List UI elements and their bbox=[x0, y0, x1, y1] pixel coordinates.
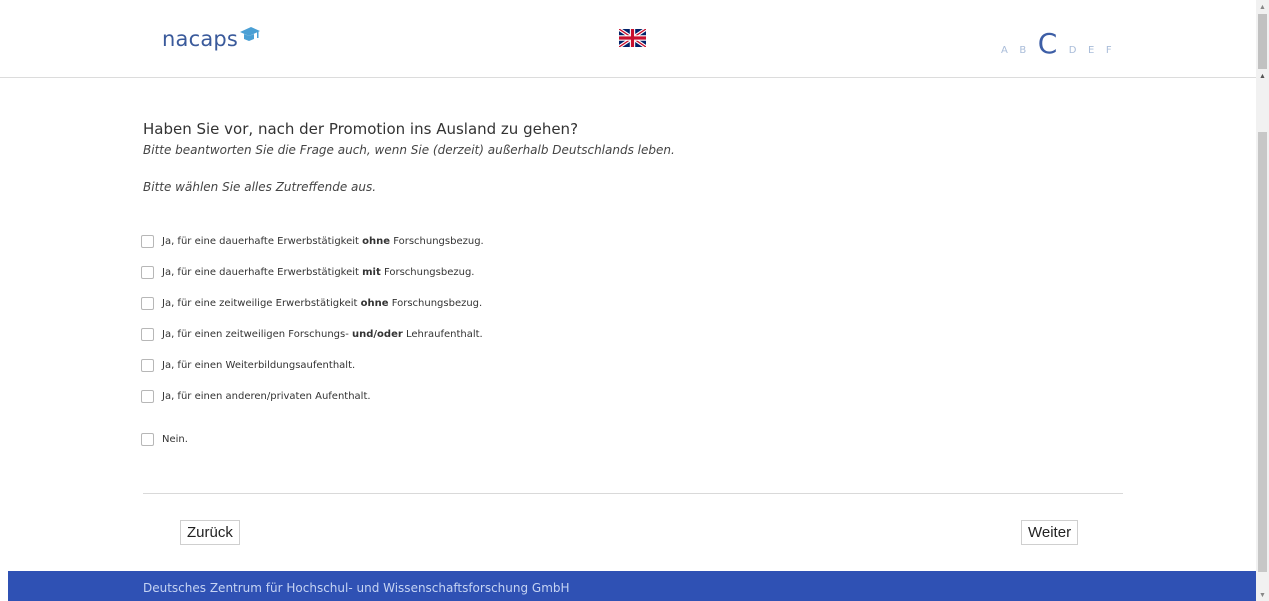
answer-option[interactable]: Ja, für eine dauerhafte Erwerbstätigkeit… bbox=[141, 233, 484, 249]
option-label-text-end: Lehraufenthalt. bbox=[402, 328, 483, 340]
option-checkbox[interactable] bbox=[141, 389, 154, 403]
section-progress: ABCDEF bbox=[1001, 27, 1112, 60]
section-e: E bbox=[1087, 45, 1095, 56]
graduation-cap-icon bbox=[240, 27, 261, 48]
vertical-scrollbar[interactable]: ▲ ▲ ▼ bbox=[1256, 0, 1269, 601]
option-label-text: Ja, für einen Weiterbildungsaufenthalt. bbox=[162, 359, 356, 371]
answer-option[interactable]: Ja, für einen Weiterbildungsaufenthalt. bbox=[141, 357, 355, 373]
option-checkbox[interactable] bbox=[141, 296, 154, 310]
option-label-text: Ja, für eine dauerhafte Erwerbstätigkeit bbox=[162, 266, 363, 278]
divider bbox=[143, 493, 1123, 494]
option-label: Ja, für eine dauerhafte Erwerbstätigkeit… bbox=[162, 236, 484, 247]
answer-option[interactable]: Ja, für einen anderen/privaten Aufenthal… bbox=[141, 388, 371, 404]
section-f: F bbox=[1105, 45, 1113, 56]
option-label: Nein. bbox=[162, 434, 188, 445]
option-checkbox[interactable] bbox=[141, 265, 154, 279]
option-label-emphasis: mit bbox=[362, 266, 381, 278]
option-label-text-end: Forschungsbezug. bbox=[390, 235, 484, 247]
answer-option[interactable]: Ja, für eine dauerhafte Erwerbstätigkeit… bbox=[141, 264, 474, 280]
footer-text: Deutsches Zentrum für Hochschul- und Wis… bbox=[143, 581, 570, 595]
section-c: C bbox=[1037, 27, 1058, 60]
option-checkbox[interactable] bbox=[141, 234, 154, 248]
option-label: Ja, für einen zeitweiligen Forschungs- u… bbox=[162, 329, 483, 340]
option-label-text: Ja, für eine dauerhafte Erwerbstätigkeit bbox=[162, 235, 363, 247]
answer-option[interactable]: Nein. bbox=[141, 431, 188, 447]
section-b: B bbox=[1019, 45, 1027, 56]
question-title: Haben Sie vor, nach der Promotion ins Au… bbox=[143, 120, 579, 138]
option-label: Ja, für eine zeitweilige Erwerbstätigkei… bbox=[162, 298, 482, 309]
option-label-emphasis: ohne bbox=[360, 297, 389, 309]
option-label-text: Nein. bbox=[162, 433, 188, 445]
section-a: A bbox=[1001, 45, 1009, 56]
answer-option[interactable]: Ja, für eine zeitweilige Erwerbstätigkei… bbox=[141, 295, 482, 311]
nacaps-logo: nacaps bbox=[162, 25, 261, 61]
page-footer: Deutsches Zentrum für Hochschul- und Wis… bbox=[8, 571, 1256, 601]
option-label: Ja, für einen anderen/privaten Aufenthal… bbox=[162, 391, 371, 402]
scroll-up-arrow-icon[interactable]: ▲ bbox=[1256, 0, 1269, 14]
question-hint: Bitte beantworten Sie die Frage auch, we… bbox=[143, 143, 675, 157]
scroll-down-arrow-icon[interactable]: ▼ bbox=[1256, 589, 1269, 601]
question-block: Haben Sie vor, nach der Promotion ins Au… bbox=[143, 120, 1123, 194]
next-button[interactable]: Weiter bbox=[1021, 520, 1079, 545]
uk-flag-icon[interactable] bbox=[618, 27, 647, 49]
logo-text: nacaps bbox=[162, 27, 239, 51]
option-label-text-end: Forschungsbezug. bbox=[380, 266, 475, 278]
option-label-emphasis: ohne bbox=[362, 235, 391, 247]
scrollbar-thumb[interactable] bbox=[1258, 14, 1267, 69]
option-label-emphasis: und/oder bbox=[352, 328, 403, 340]
option-label-text: Ja, für einen zeitweiligen Forschungs- bbox=[162, 328, 352, 340]
option-checkbox[interactable] bbox=[141, 327, 154, 341]
section-d: D bbox=[1068, 45, 1077, 56]
inner-scrollbar-thumb[interactable] bbox=[1258, 132, 1267, 572]
option-label-text-end: Forschungsbezug. bbox=[388, 297, 483, 309]
option-checkbox[interactable] bbox=[141, 432, 154, 446]
answer-option[interactable]: Ja, für einen zeitweiligen Forschungs- u… bbox=[141, 326, 483, 342]
page-header: nacaps ABCDEF bbox=[0, 0, 1256, 78]
inner-scroll-up-arrow-icon[interactable]: ▲ bbox=[1256, 70, 1269, 82]
option-label-text: Ja, für einen anderen/privaten Aufenthal… bbox=[162, 390, 371, 402]
option-label-text: Ja, für eine zeitweilige Erwerbstätigkei… bbox=[162, 297, 361, 309]
option-label: Ja, für eine dauerhafte Erwerbstätigkeit… bbox=[162, 267, 474, 278]
option-checkbox[interactable] bbox=[141, 358, 154, 372]
back-button[interactable]: Zurück bbox=[180, 520, 240, 545]
question-instruction: Bitte wählen Sie alles Zutreffende aus. bbox=[143, 180, 377, 194]
option-label: Ja, für einen Weiterbildungsaufenthalt. bbox=[162, 360, 355, 371]
